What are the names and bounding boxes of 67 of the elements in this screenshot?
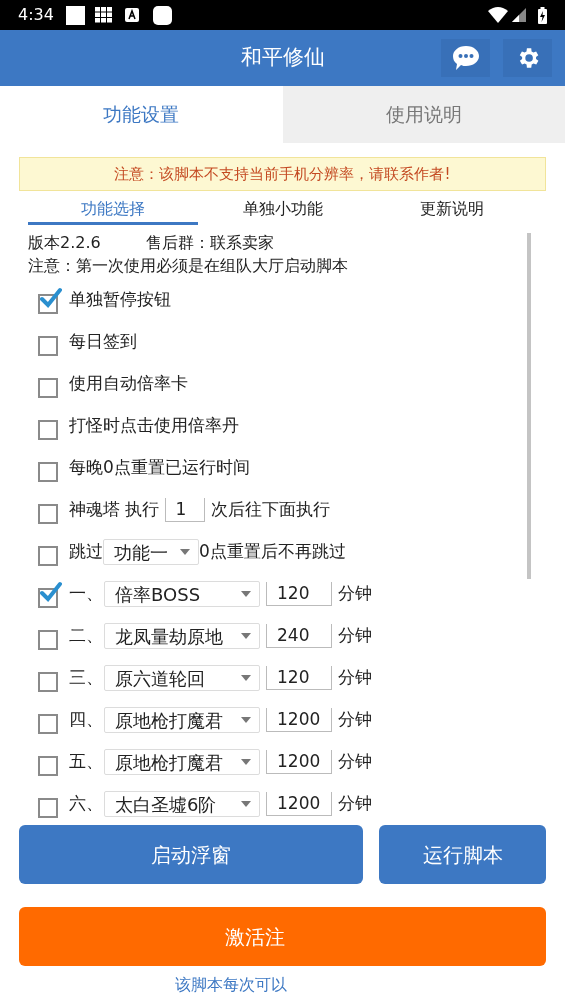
unit-label: 分钟 [338, 582, 372, 606]
dropdown[interactable]: 原六道轮回 [104, 665, 260, 691]
start-floating-window-button[interactable]: 启动浮窗 [19, 825, 363, 884]
checkbox[interactable] [38, 580, 62, 608]
option-label: 打怪时点击使用倍率丹 [69, 414, 239, 438]
number-field[interactable]: 120 [266, 582, 332, 606]
app-icon [152, 5, 172, 25]
unit-label: 分钟 [338, 708, 372, 732]
chat-icon [451, 45, 480, 71]
number-field[interactable]: 240 [266, 624, 332, 648]
dropdown-arrow-icon [241, 717, 251, 723]
number-field[interactable]: 1200 [266, 750, 332, 774]
dropdown[interactable]: 太白圣墟6阶 [104, 791, 260, 817]
sub-tab[interactable]: 单独小功能 [197, 197, 368, 225]
support-group-text: 售后群：联系卖家 [146, 232, 274, 254]
number-field[interactable]: 1200 [266, 708, 332, 732]
unit-label: 分钟 [338, 792, 372, 816]
chat-button[interactable] [441, 39, 490, 77]
dropdown-arrow-icon [241, 801, 251, 807]
unit-label: 分钟 [338, 750, 372, 774]
dropdown[interactable]: 龙凤量劫原地 [104, 623, 260, 649]
status-time: 4:34 [18, 4, 54, 26]
battery-icon [538, 6, 547, 24]
tab[interactable]: 使用说明 [282, 86, 565, 143]
option-label: 五、 [69, 750, 104, 774]
unit-label: 分钟 [338, 666, 372, 690]
dropdown[interactable]: 原地枪打魔君 [104, 749, 260, 775]
dropdown[interactable]: 功能一 [103, 539, 199, 565]
dropdown-arrow-icon [241, 633, 251, 639]
app-title: 和平修仙 [240, 44, 325, 72]
wifi-icon [488, 7, 508, 23]
option-label: 一、 [69, 582, 104, 606]
usage-note: 注意：第一次使用必须是在组队大厅启动脚本 [28, 255, 349, 277]
grid-icon [94, 7, 113, 23]
warning-banner: 注意：该脚本不支持当前手机分辨率，请联系作者! [19, 157, 546, 191]
number-field[interactable]: 1 [165, 498, 206, 522]
dropdown-arrow-icon [180, 549, 190, 555]
number-field[interactable]: 1200 [266, 792, 332, 816]
option-label: 跳过 [69, 540, 103, 564]
checkbox[interactable] [38, 286, 62, 314]
footer-note: 该脚本每次可以 [175, 974, 287, 996]
option-label: 次后往下面执行 [211, 498, 331, 522]
version-text: 版本2.2.6 [28, 232, 102, 254]
keyboard-icon [124, 8, 139, 22]
option-label: 每日签到 [69, 330, 137, 354]
option-label: 每晚0点重置已运行时间 [69, 456, 250, 480]
option-label: 四、 [69, 708, 104, 732]
dropdown[interactable]: 原地枪打魔君 [104, 707, 260, 733]
option-label: 神魂塔 执行 [69, 498, 160, 522]
settings-button[interactable] [503, 39, 552, 77]
signal-icon [512, 8, 526, 22]
run-script-button[interactable]: 运行脚本 [379, 825, 546, 884]
option-label: 使用自动倍率卡 [69, 372, 188, 396]
dropdown-arrow-icon [241, 675, 251, 681]
option-label: 0点重置后不再跳过 [199, 540, 346, 564]
option-label: 二、 [69, 624, 104, 648]
dropdown[interactable]: 倍率BOSS [104, 581, 260, 607]
option-label: 三、 [69, 666, 104, 690]
unit-label: 分钟 [338, 624, 372, 648]
option-label: 单独暂停按钮 [69, 288, 171, 312]
option-label: 六、 [69, 792, 104, 816]
sub-tab[interactable]: 功能选择 [28, 197, 198, 225]
dropdown-arrow-icon [241, 591, 251, 597]
notification-icon [65, 5, 85, 25]
dropdown-arrow-icon [241, 759, 251, 765]
number-field[interactable]: 120 [266, 666, 332, 690]
sub-tab[interactable]: 更新说明 [367, 197, 537, 225]
